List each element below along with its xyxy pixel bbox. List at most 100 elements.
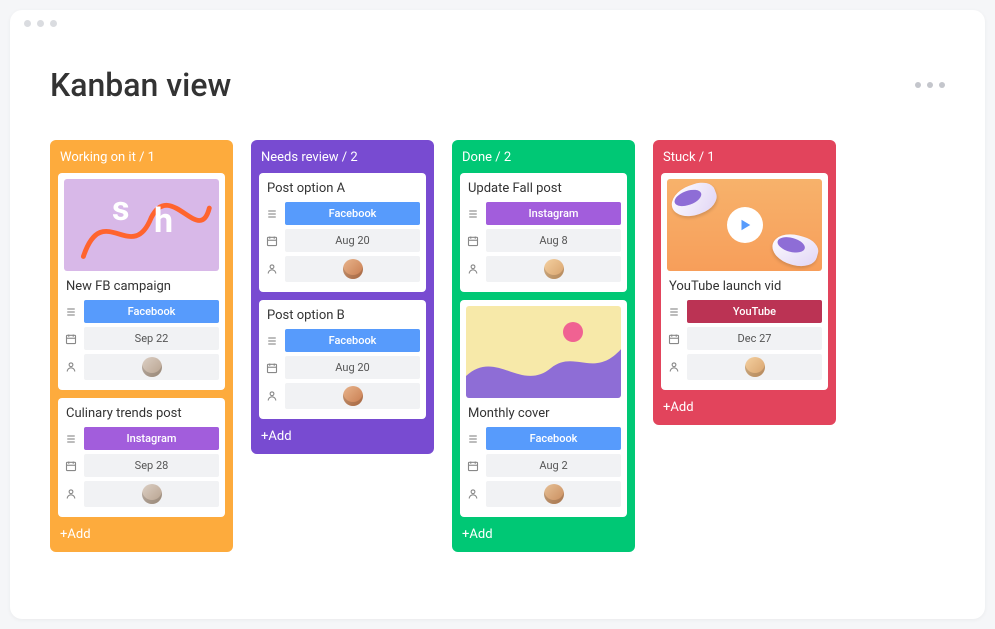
kanban-card[interactable]: Monthly coverFacebook Aug 2: [460, 300, 627, 517]
list-icon: [466, 208, 480, 220]
person-icon: [265, 263, 279, 275]
date-row: Sep 28: [64, 454, 219, 477]
column-header[interactable]: Needs review / 2: [259, 148, 426, 173]
avatar: [745, 357, 765, 377]
date-row: Aug 20: [265, 356, 420, 379]
calendar-icon: [64, 460, 78, 472]
channel-row: Facebook: [64, 300, 219, 323]
avatar: [544, 484, 564, 504]
dots-icon: [915, 82, 921, 88]
add-card-button[interactable]: +Add: [460, 525, 627, 546]
list-icon: [64, 433, 78, 445]
list-icon: [265, 208, 279, 220]
owner-row: [265, 256, 420, 282]
person-icon: [265, 390, 279, 402]
avatar: [142, 357, 162, 377]
date-pill[interactable]: Aug 8: [486, 229, 621, 252]
wave-graphic: [466, 338, 621, 398]
card-title: Monthly cover: [466, 404, 621, 427]
column-header[interactable]: Working on it / 1: [58, 148, 225, 173]
owner-row: [466, 256, 621, 282]
kanban-card[interactable]: Post option BFacebookAug 20: [259, 300, 426, 419]
channel-pill[interactable]: Instagram: [486, 202, 621, 225]
column-header[interactable]: Done / 2: [460, 148, 627, 173]
shoe-graphic: [667, 179, 720, 222]
list-icon: [265, 335, 279, 347]
owner-pill[interactable]: [84, 481, 219, 507]
date-pill[interactable]: Sep 22: [84, 327, 219, 350]
owner-row: [667, 354, 822, 380]
list-icon: [466, 433, 480, 445]
kanban-board: Working on it / 1New FB campaignFacebook…: [50, 140, 945, 552]
channel-pill[interactable]: Facebook: [486, 427, 621, 450]
kanban-card[interactable]: Culinary trends postInstagram Sep 28: [58, 398, 225, 517]
channel-pill[interactable]: Facebook: [285, 329, 420, 352]
owner-pill[interactable]: [486, 256, 621, 282]
dots-icon: [927, 82, 933, 88]
date-row: Dec 27: [667, 327, 822, 350]
kanban-column-done: Done / 2Update Fall postInstagramAug 8Mo…: [452, 140, 635, 552]
channel-pill[interactable]: YouTube: [687, 300, 822, 323]
date-row: Sep 22: [64, 327, 219, 350]
calendar-icon: [466, 460, 480, 472]
kanban-card[interactable]: New FB campaignFacebookSep 22: [58, 173, 225, 390]
card-title: Post option A: [265, 179, 420, 202]
owner-pill[interactable]: [285, 256, 420, 282]
owner-row: [64, 354, 219, 380]
list-icon: [64, 306, 78, 318]
squiggle-graphic: [64, 179, 219, 268]
date-pill[interactable]: Aug 20: [285, 229, 420, 252]
browser-window: Kanban view Working on it / 1New FB camp…: [10, 10, 985, 619]
list-icon: [667, 306, 681, 318]
channel-row: YouTube: [667, 300, 822, 323]
add-card-button[interactable]: +Add: [661, 398, 828, 419]
channel-row: Facebook: [466, 427, 621, 450]
calendar-icon: [265, 362, 279, 374]
calendar-icon: [265, 235, 279, 247]
channel-pill[interactable]: Instagram: [84, 427, 219, 450]
card-thumbnail: [667, 179, 822, 271]
card-title: Culinary trends post: [64, 404, 219, 427]
kanban-card[interactable]: Post option AFacebook Aug 20: [259, 173, 426, 292]
owner-pill[interactable]: [687, 354, 822, 380]
date-pill[interactable]: Aug 20: [285, 356, 420, 379]
owner-pill[interactable]: [285, 383, 420, 409]
date-pill[interactable]: Sep 28: [84, 454, 219, 477]
column-header[interactable]: Stuck / 1: [661, 148, 828, 173]
calendar-icon: [667, 333, 681, 345]
person-icon: [466, 263, 480, 275]
date-row: Aug 2: [466, 454, 621, 477]
play-icon[interactable]: [727, 207, 763, 243]
channel-row: Instagram: [64, 427, 219, 450]
kanban-card[interactable]: Update Fall postInstagramAug 8: [460, 173, 627, 292]
owner-row: [265, 383, 420, 409]
avatar: [343, 259, 363, 279]
person-icon: [466, 488, 480, 500]
add-card-button[interactable]: +Add: [259, 427, 426, 448]
kanban-card[interactable]: YouTube launch vidYouTubeDec 27: [661, 173, 828, 390]
kanban-column-working: Working on it / 1New FB campaignFacebook…: [50, 140, 233, 552]
window-dot: [50, 20, 57, 27]
date-pill[interactable]: Dec 27: [687, 327, 822, 350]
date-pill[interactable]: Aug 2: [486, 454, 621, 477]
avatar: [142, 484, 162, 504]
dots-icon: [939, 82, 945, 88]
calendar-icon: [64, 333, 78, 345]
shoe-graphic: [769, 230, 821, 271]
header-row: Kanban view: [50, 66, 945, 104]
owner-row: [466, 481, 621, 507]
kanban-column-stuck: Stuck / 1YouTube launch vidYouTubeDec 27…: [653, 140, 836, 425]
card-thumbnail: [64, 179, 219, 271]
date-row: Aug 8: [466, 229, 621, 252]
content-area: Kanban view Working on it / 1New FB camp…: [10, 36, 985, 619]
channel-pill[interactable]: Facebook: [84, 300, 219, 323]
add-card-button[interactable]: +Add: [58, 525, 225, 546]
calendar-icon: [466, 235, 480, 247]
window-dot: [24, 20, 31, 27]
more-menu-button[interactable]: [915, 82, 945, 88]
person-icon: [667, 361, 681, 373]
owner-pill[interactable]: [486, 481, 621, 507]
channel-pill[interactable]: Facebook: [285, 202, 420, 225]
date-row: Aug 20: [265, 229, 420, 252]
owner-pill[interactable]: [84, 354, 219, 380]
